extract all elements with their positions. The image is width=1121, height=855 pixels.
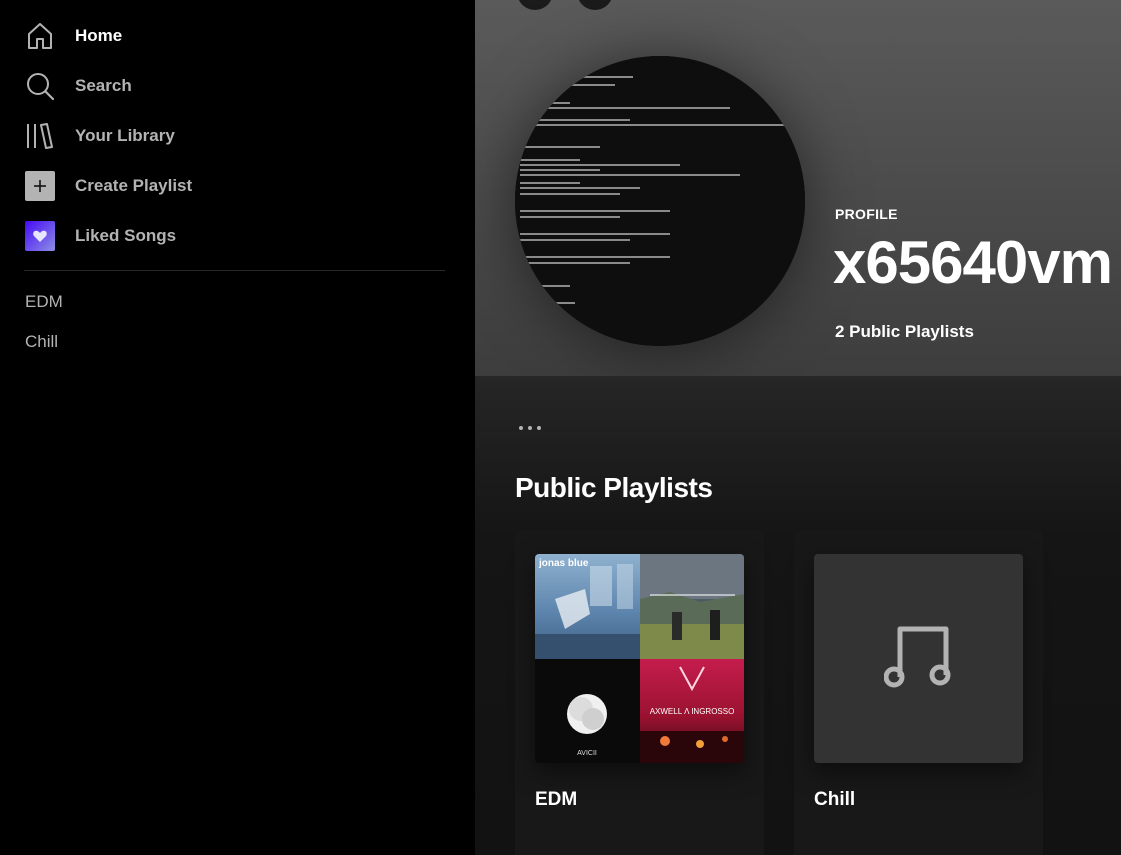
album3-text: AVICII [577, 750, 597, 757]
nav-search-label: Search [75, 76, 132, 95]
playlist-card-edm[interactable]: jonas blue AVICII AXWELL Λ INGROSSO EDM [515, 531, 764, 855]
nav-home-label: Home [75, 26, 123, 45]
plus-icon [25, 171, 55, 201]
section-title-public-playlists[interactable]: Public Playlists [515, 472, 713, 504]
album-art-avicii: AVICII [535, 658, 640, 763]
sidebar: Home Search Your Library Create Playlist… [0, 0, 475, 855]
dot-icon [519, 426, 523, 430]
home-icon [24, 20, 56, 52]
album-art-axwell-ingrosso: AXWELL Λ INGROSSO [639, 658, 744, 763]
dot-icon [537, 426, 541, 430]
profile-avatar[interactable] [515, 56, 805, 346]
liked-songs-label: Liked Songs [75, 226, 177, 245]
music-note-icon [883, 623, 954, 694]
create-playlist-label: Create Playlist [75, 176, 193, 195]
more-options-button[interactable] [519, 420, 551, 436]
sidebar-divider [24, 270, 445, 271]
create-playlist-icon-wrap [24, 170, 56, 202]
profile-type-label: PROFILE [835, 206, 898, 222]
album-art-landscape [639, 554, 744, 659]
search-icon [24, 70, 56, 102]
playlist-cover-edm: jonas blue AVICII AXWELL Λ INGROSSO [535, 554, 744, 763]
profile-username: x65640vm [833, 229, 1113, 296]
liked-songs-icon-wrap [24, 220, 56, 252]
profile-header: PROFILE x65640vm 2 Public Playlists [475, 0, 1121, 376]
liked-songs-link[interactable]: Liked Songs [24, 219, 176, 253]
playlist-cover-chill [814, 554, 1023, 763]
nav-library[interactable]: Your Library [24, 119, 175, 153]
forward-button[interactable] [577, 0, 613, 10]
back-button[interactable] [517, 0, 553, 10]
album1-text: jonas blue [538, 558, 589, 569]
profile-content: Public Playlists jonas blue AVICII AXWEL… [475, 376, 1121, 855]
create-playlist-button[interactable]: Create Playlist [24, 169, 192, 203]
nav-library-label: Your Library [75, 126, 175, 145]
public-playlists-count[interactable]: 2 Public Playlists [835, 322, 974, 342]
playlist-card-title-chill[interactable]: Chill [814, 789, 855, 811]
main-view: PROFILE x65640vm 2 Public Playlists Publ… [475, 0, 1121, 855]
sidebar-playlist-edm[interactable]: EDM [25, 292, 63, 312]
nav-search[interactable]: Search [24, 69, 132, 103]
album-art-jonas-blue: jonas blue [535, 554, 640, 659]
sidebar-playlist-chill[interactable]: Chill [25, 332, 58, 352]
playlist-card-chill[interactable]: Chill [794, 531, 1043, 855]
terminal-screenshot-image [515, 56, 805, 346]
library-icon [24, 120, 56, 152]
playlist-card-title-edm[interactable]: EDM [535, 789, 577, 811]
dot-icon [528, 426, 532, 430]
heart-icon [25, 221, 55, 251]
nav-home[interactable]: Home [24, 19, 122, 53]
album4-text: AXWELL Λ INGROSSO [649, 707, 734, 716]
